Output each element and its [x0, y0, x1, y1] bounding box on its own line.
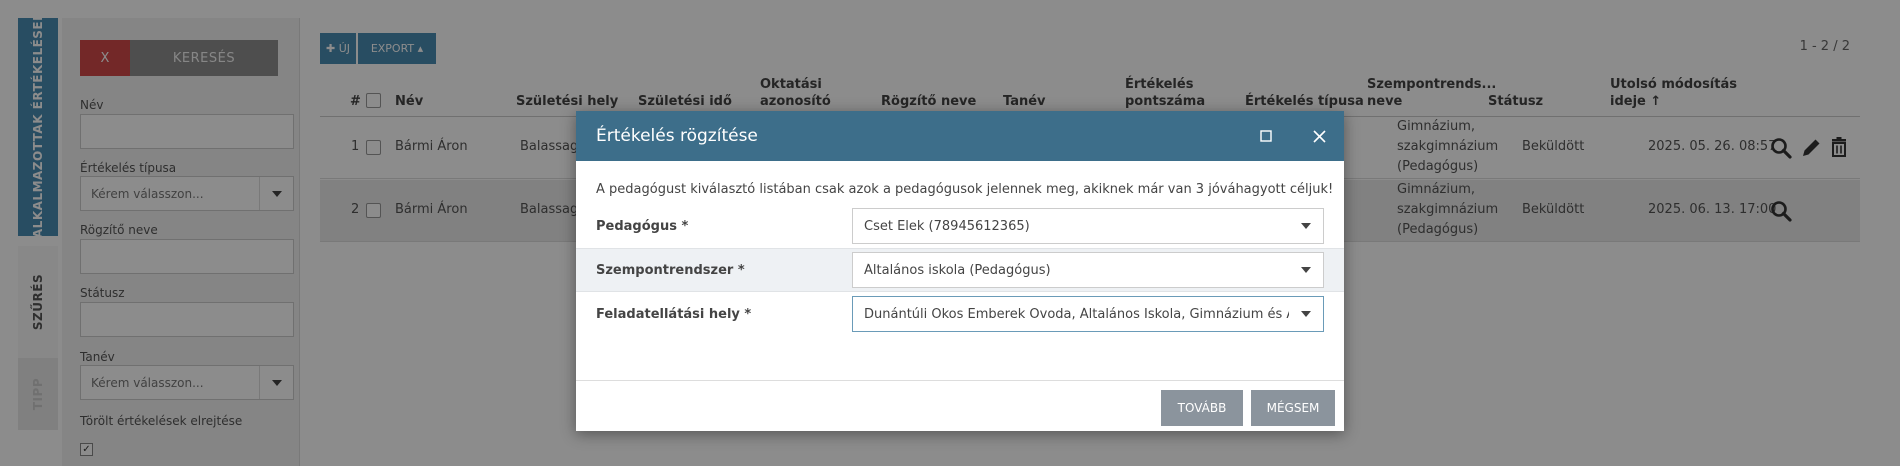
dialog-header: Értékelés rögzítése	[576, 111, 1344, 161]
dialog-footer: TOVÁBB MÉGSEM	[576, 380, 1344, 431]
teacher-label: Pedagógus *	[596, 218, 689, 234]
criteria-select[interactable]: Általános iskola (Pedagógus)	[852, 252, 1324, 288]
chevron-down-icon	[1289, 253, 1323, 287]
teacher-row: Pedagógus * Cset Elek (78945612365)	[576, 204, 1344, 248]
teacher-select-value: Cset Elek (78945612365)	[864, 218, 1030, 234]
next-button[interactable]: TOVÁBB	[1161, 390, 1243, 426]
dialog-title: Értékelés rögzítése	[596, 126, 758, 146]
dialog-info-text: A pedagógust kiválasztó listában csak az…	[596, 182, 1334, 197]
criteria-row: Szempontrendszer * Általános iskola (Ped…	[576, 248, 1344, 292]
site-select[interactable]: Dunántúli Okos Emberek Óvoda, Általános …	[852, 296, 1324, 332]
cancel-button[interactable]: MÉGSEM	[1251, 390, 1335, 426]
chevron-down-icon	[1289, 297, 1323, 331]
site-select-value: Dunántúli Okos Emberek Óvoda, Általános …	[864, 306, 1289, 322]
criteria-label: Szempontrendszer *	[596, 262, 745, 278]
site-label: Feladatellátási hely *	[596, 306, 752, 322]
close-icon[interactable]	[1307, 124, 1331, 148]
site-row: Feladatellátási hely * Dunántúli Okos Em…	[576, 292, 1344, 336]
chevron-down-icon	[1289, 209, 1323, 243]
record-review-dialog: Értékelés rögzítése A pedagógust kiválas…	[576, 111, 1344, 431]
maximize-icon[interactable]	[1254, 124, 1278, 148]
teacher-select[interactable]: Cset Elek (78945612365)	[852, 208, 1324, 244]
criteria-select-value: Általános iskola (Pedagógus)	[864, 262, 1051, 278]
